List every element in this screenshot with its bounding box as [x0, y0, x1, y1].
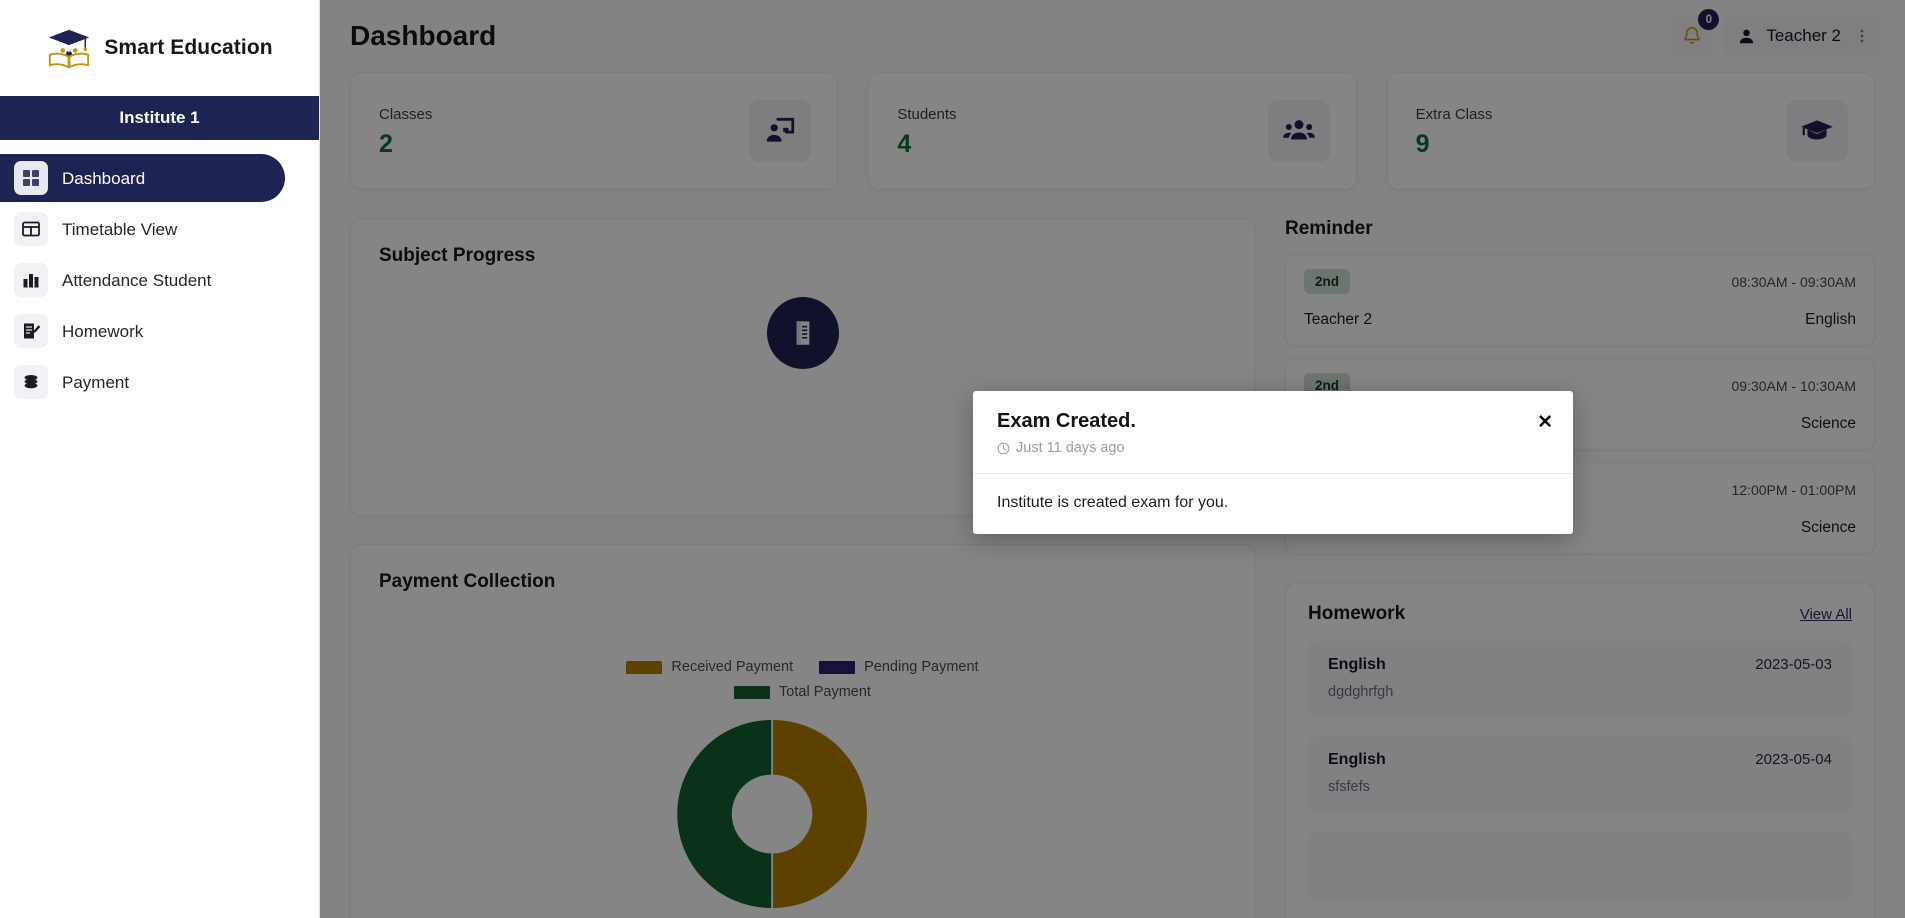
institute-band: Institute 1 [0, 96, 319, 140]
bar-chart-icon [14, 263, 48, 297]
modal-title: Exam Created. [997, 410, 1136, 432]
sidebar-item-payment[interactable]: Payment [0, 358, 285, 406]
note-pencil-icon [14, 314, 48, 348]
modal-timestamp: Just 11 days ago [997, 440, 1549, 456]
sidebar-item-dashboard[interactable]: Dashboard [0, 154, 285, 202]
sidebar-item-attendance-student[interactable]: Attendance Student [0, 256, 285, 304]
app-root: Smart Education Institute 1 Dashboard Ti… [0, 0, 1905, 918]
sidebar: Smart Education Institute 1 Dashboard Ti… [0, 0, 320, 918]
brand-name: Smart Education [104, 36, 273, 59]
modal-time-text: Just 11 days ago [1016, 440, 1125, 456]
coins-icon [14, 365, 48, 399]
sidebar-item-label: Homework [62, 321, 144, 341]
modal-header: Exam Created. Just 11 days ago ✕ [973, 391, 1573, 474]
graduation-book-logo [49, 29, 90, 69]
close-icon[interactable]: ✕ [1537, 413, 1553, 432]
sidebar-nav: Dashboard Timetable View Attendance Stud… [0, 140, 319, 406]
grid-squares-icon [14, 161, 48, 195]
clock-icon [997, 442, 1010, 454]
modal-body: Institute is created exam for you. [997, 494, 1229, 511]
sidebar-item-label: Attendance Student [62, 270, 212, 290]
exam-created-modal: Exam Created. Just 11 days ago ✕ Institu… [973, 391, 1573, 534]
sidebar-item-homework[interactable]: Homework [0, 307, 285, 355]
institute-name: Institute 1 [119, 108, 200, 127]
sidebar-item-label: Payment [62, 372, 130, 392]
brand[interactable]: Smart Education [0, 0, 319, 96]
table-icon [14, 212, 48, 246]
sidebar-item-label: Timetable View [62, 219, 178, 239]
sidebar-item-timetable-view[interactable]: Timetable View [0, 205, 285, 253]
main-area: Dashboard 0 Teacher 2 Classes 2 Students… [320, 0, 1905, 918]
sidebar-item-label: Dashboard [62, 168, 146, 188]
